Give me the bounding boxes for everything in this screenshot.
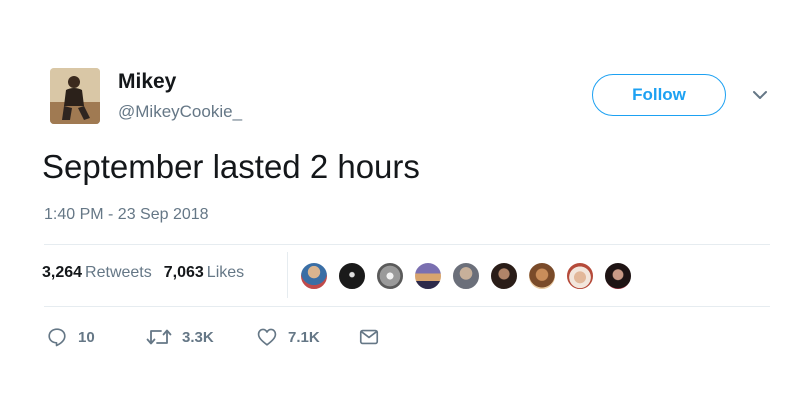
liker-avatar-4[interactable] bbox=[414, 262, 442, 290]
display-name[interactable]: Mikey bbox=[118, 70, 176, 94]
heart-icon bbox=[256, 326, 278, 348]
liker-avatar-1[interactable] bbox=[300, 262, 328, 290]
divider bbox=[44, 244, 770, 245]
liker-avatar-7[interactable] bbox=[528, 262, 556, 290]
like-count: 7.1K bbox=[288, 328, 320, 346]
chevron-down-icon[interactable] bbox=[750, 88, 770, 102]
retweet-button[interactable]: 3.3K bbox=[146, 326, 214, 348]
retweets-count: 3,264 bbox=[42, 264, 83, 281]
reply-icon bbox=[46, 326, 68, 348]
divider bbox=[44, 306, 770, 307]
avatar[interactable] bbox=[50, 68, 100, 124]
likes-count: 7,063 bbox=[163, 264, 204, 281]
liker-avatar-2[interactable] bbox=[338, 262, 366, 290]
user-handle[interactable]: @MikeyCookie_ bbox=[118, 102, 242, 122]
liker-avatar-9[interactable] bbox=[604, 262, 632, 290]
direct-message-button[interactable] bbox=[358, 326, 380, 348]
stats-separator bbox=[287, 252, 288, 298]
reply-button[interactable]: 10 bbox=[46, 326, 95, 348]
likes-stat[interactable]: 7,063 Likes bbox=[164, 264, 244, 281]
avatar-photo bbox=[50, 68, 100, 124]
likes-label: Likes bbox=[206, 264, 245, 281]
liker-avatar-3[interactable] bbox=[376, 262, 404, 290]
like-button[interactable]: 7.1K bbox=[256, 326, 320, 348]
retweets-label: Retweets bbox=[85, 264, 152, 281]
tweet-text: September lasted 2 hours bbox=[42, 148, 420, 185]
retweets-stat[interactable]: 3,264 Retweets bbox=[42, 264, 152, 281]
envelope-icon bbox=[358, 326, 380, 348]
engagement-stats: 3,264 Retweets 7,063 Likes bbox=[42, 264, 244, 282]
retweet-count: 3.3K bbox=[182, 328, 214, 346]
retweet-icon bbox=[146, 326, 172, 348]
liker-avatar-6[interactable] bbox=[490, 262, 518, 290]
tweet-timestamp[interactable]: 1:40 PM - 23 Sep 2018 bbox=[44, 206, 209, 224]
reply-count: 10 bbox=[78, 328, 95, 346]
liker-avatar-8[interactable] bbox=[566, 262, 594, 290]
tweet-card: Mikey @MikeyCookie_ Follow September las… bbox=[0, 0, 800, 420]
follow-button[interactable]: Follow bbox=[592, 74, 726, 116]
liker-avatar-5[interactable] bbox=[452, 262, 480, 290]
